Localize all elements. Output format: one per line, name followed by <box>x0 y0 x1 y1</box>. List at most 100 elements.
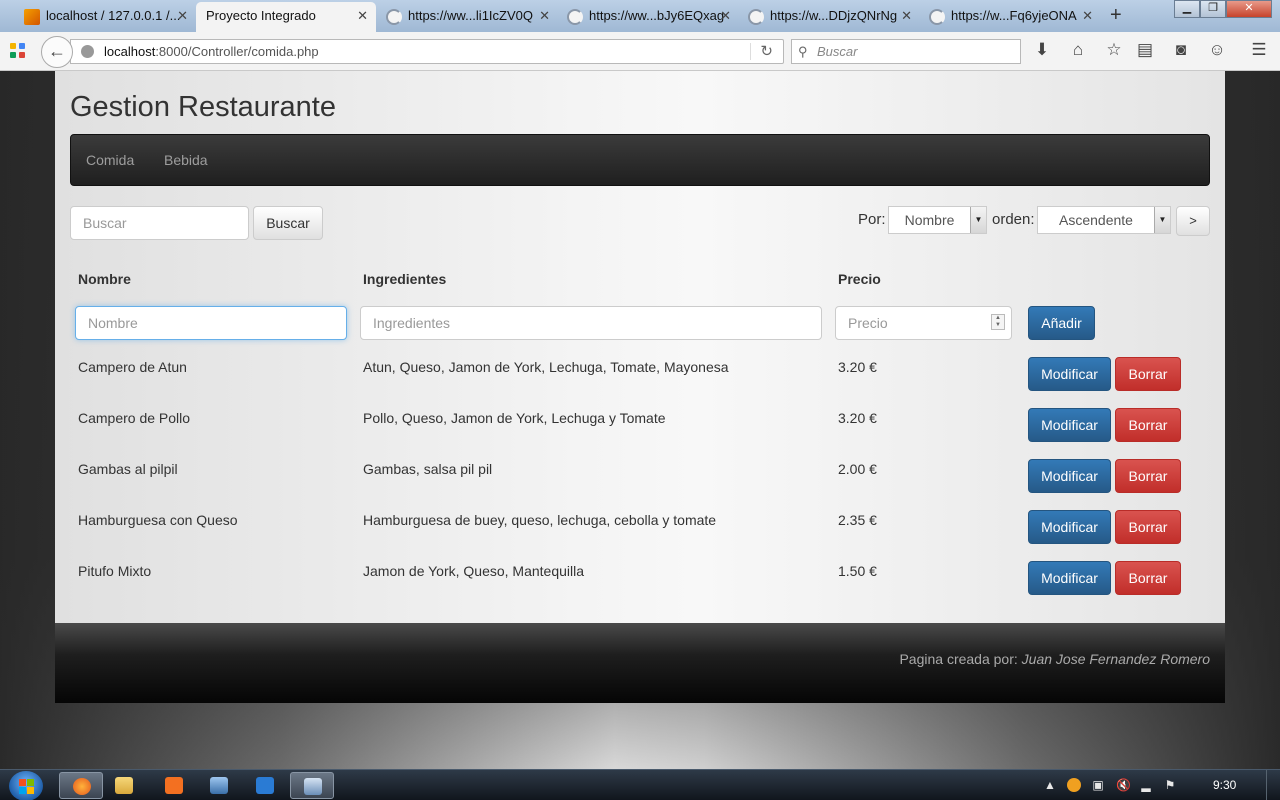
page-footer: Pagina creada por: Juan Jose Fernandez R… <box>55 623 1225 703</box>
delete-button[interactable]: Borrar <box>1115 459 1181 493</box>
chat-icon[interactable]: ☺ <box>1206 40 1228 62</box>
page-viewport: Gestion Restaurante Comida Bebida Buscar… <box>0 71 1280 769</box>
windows-logo-icon <box>27 787 34 794</box>
taskbar-app[interactable] <box>243 772 287 799</box>
loading-icon <box>748 9 764 25</box>
footer-author: Juan Jose Fernandez Romero <box>1021 651 1210 667</box>
delete-button[interactable]: Borrar <box>1115 510 1181 544</box>
sort-order-label: orden: <box>992 211 1035 228</box>
delete-button[interactable]: Borrar <box>1115 561 1181 595</box>
number-spinner[interactable]: ▲ ▼ <box>991 314 1005 330</box>
app-icon <box>256 777 274 794</box>
footer-credit: Pagina creada por: Juan Jose Fernandez R… <box>899 651 1210 667</box>
cell-precio: 1.50 € <box>838 563 877 579</box>
new-tab-icon[interactable]: + <box>1110 4 1122 27</box>
cell-nombre: Campero de Atun <box>78 359 187 375</box>
add-button[interactable]: Añadir <box>1028 306 1095 340</box>
back-button[interactable]: ← <box>41 36 73 68</box>
minimize-icon[interactable]: ▁ <box>1174 0 1200 18</box>
taskbar-firefox[interactable] <box>59 772 103 799</box>
loading-icon <box>386 9 402 25</box>
tab-title: https://w...Fq6yjeONA <box>951 8 1077 23</box>
delete-button[interactable]: Borrar <box>1115 408 1181 442</box>
search-input[interactable] <box>70 206 249 240</box>
taskbar-display[interactable] <box>197 772 241 799</box>
browser-search-input[interactable]: ⚲ Buscar <box>791 39 1021 64</box>
browser-tab-bar: localhost / 127.0.0.1 /... ✕ Proyecto In… <box>0 0 1280 32</box>
sort-by-label: Por: <box>858 211 886 228</box>
action-center-icon[interactable]: ⚑ <box>1163 778 1177 792</box>
modify-button[interactable]: Modificar <box>1028 510 1111 544</box>
chevron-down-icon: ▼ <box>970 207 986 233</box>
cell-ingredientes: Gambas, salsa pil pil <box>363 461 493 477</box>
chevron-down-icon: ▼ <box>1154 207 1170 233</box>
windows-logo-icon <box>19 787 26 794</box>
delete-button[interactable]: Borrar <box>1115 357 1181 391</box>
cell-nombre: Campero de Pollo <box>78 410 191 426</box>
modify-button[interactable]: Modificar <box>1028 357 1111 391</box>
cell-nombre: Pitufo Mixto <box>78 563 152 579</box>
tab-phpmyadmin[interactable]: localhost / 127.0.0.1 /... ✕ <box>0 2 196 32</box>
tab-title: https://w...DDjzQNrNg <box>770 8 898 23</box>
sort-apply-button[interactable]: > <box>1176 206 1210 236</box>
menu-icon[interactable]: ☰ <box>1248 40 1270 62</box>
close-icon[interactable]: ✕ <box>1082 8 1093 24</box>
search-button[interactable]: Buscar <box>253 206 323 240</box>
new-ingredientes-input[interactable] <box>360 306 822 340</box>
tab-proyecto-integrado[interactable]: Proyecto Integrado ✕ <box>196 2 376 32</box>
taskbar-clock[interactable]: 9:30 <box>1213 778 1236 792</box>
new-nombre-input[interactable] <box>75 306 347 340</box>
network-signal-icon[interactable]: ▂ <box>1139 778 1153 792</box>
modify-button[interactable]: Modificar <box>1028 408 1111 442</box>
tray-expand-icon[interactable]: ▲ <box>1043 778 1057 792</box>
new-precio-input[interactable] <box>835 306 1012 340</box>
restore-icon[interactable]: ❐ <box>1200 0 1226 18</box>
download-icon[interactable]: ⬇ <box>1031 40 1053 62</box>
tab-loading-2[interactable]: https://ww...bJy6EQxag ✕ <box>543 2 739 32</box>
tab-loading-3[interactable]: https://w...DDjzQNrNg ✕ <box>724 2 920 32</box>
taskbar: ▲ ▣ 🔇 ▂ ⚑ 9:30 <box>0 769 1280 800</box>
footer-prefix: Pagina creada por: <box>899 651 1022 667</box>
sort-field-select[interactable]: Nombre ▼ <box>888 206 987 234</box>
tab-title: https://ww...bJy6EQxag <box>589 8 725 23</box>
tray-app-icon[interactable] <box>1067 778 1081 792</box>
spin-up-icon[interactable]: ▲ <box>992 315 1004 322</box>
sort-field-value: Nombre <box>904 212 955 228</box>
tab-title: Proyecto Integrado <box>206 8 316 23</box>
tab-title: localhost / 127.0.0.1 /... <box>46 8 181 23</box>
nav-item-comida[interactable]: Comida <box>86 152 134 168</box>
taskbar-xampp[interactable] <box>152 772 196 799</box>
sort-order-select[interactable]: Ascendente ▼ <box>1037 206 1171 234</box>
reload-icon[interactable]: ↻ <box>760 40 773 63</box>
tab-loading-4[interactable]: https://w...Fq6yjeONA ✕ <box>905 2 1101 32</box>
cell-ingredientes: Hamburguesa de buey, queso, lechuga, ceb… <box>363 512 717 528</box>
start-button[interactable] <box>9 771 43 800</box>
window-close-icon[interactable]: ✕ <box>1226 0 1272 18</box>
close-icon[interactable]: ✕ <box>177 8 188 24</box>
column-header-ingredientes: Ingredientes <box>363 271 447 287</box>
pocket-icon[interactable]: ◙ <box>1170 40 1192 62</box>
modify-button[interactable]: Modificar <box>1028 561 1111 595</box>
url-path: :8000/Controller/comida.php <box>155 44 319 59</box>
show-desktop-button[interactable] <box>1266 770 1280 800</box>
virtualbox-icon <box>304 778 322 795</box>
reading-list-icon[interactable]: ▤ <box>1134 40 1156 62</box>
spin-down-icon[interactable]: ▼ <box>992 322 1004 329</box>
bookmark-star-icon[interactable]: ☆ <box>1103 40 1125 62</box>
url-divider <box>750 43 751 60</box>
volume-muted-icon[interactable]: 🔇 <box>1116 778 1131 792</box>
folder-icon <box>115 777 133 794</box>
browser-search-placeholder: Buscar <box>817 44 858 59</box>
modify-button[interactable]: Modificar <box>1028 459 1111 493</box>
apps-grid-icon[interactable] <box>10 43 26 59</box>
tray-notes-icon[interactable]: ▣ <box>1091 778 1105 792</box>
taskbar-virtualbox[interactable] <box>290 772 334 799</box>
windows-logo-icon <box>19 779 26 786</box>
taskbar-explorer[interactable] <box>102 772 146 799</box>
url-bar[interactable]: localhost:8000/Controller/comida.php ↻ <box>70 39 784 64</box>
nav-item-bebida[interactable]: Bebida <box>164 152 208 168</box>
loading-icon <box>567 9 583 25</box>
home-icon[interactable]: ⌂ <box>1067 40 1089 62</box>
tab-loading-1[interactable]: https://ww...li1IcZV0Q ✕ <box>362 2 558 32</box>
url-host: localhost <box>104 44 156 59</box>
